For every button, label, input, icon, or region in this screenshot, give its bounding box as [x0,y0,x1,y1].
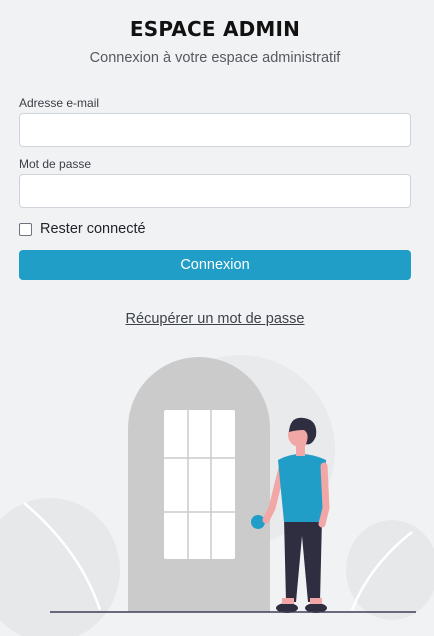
email-label: Adresse e-mail [19,96,100,110]
door-knob [251,515,265,529]
email-field[interactable] [19,113,411,147]
recover-password-link[interactable]: Récupérer un mot de passe [19,311,411,327]
password-field[interactable] [19,174,411,208]
door-window [164,410,235,559]
page-subtitle: Connexion à votre espace administratif [89,50,341,66]
password-label: Mot de passe [19,157,92,171]
login-button[interactable]: Connexion [19,250,411,280]
door-person-illustration [0,355,434,636]
remember-me-checkbox[interactable] [19,222,32,236]
remember-me-row[interactable]: Rester connecté [19,220,146,238]
page-title: ESPACE ADMIN [129,17,301,41]
remember-me-label[interactable]: Rester connecté [40,221,146,237]
